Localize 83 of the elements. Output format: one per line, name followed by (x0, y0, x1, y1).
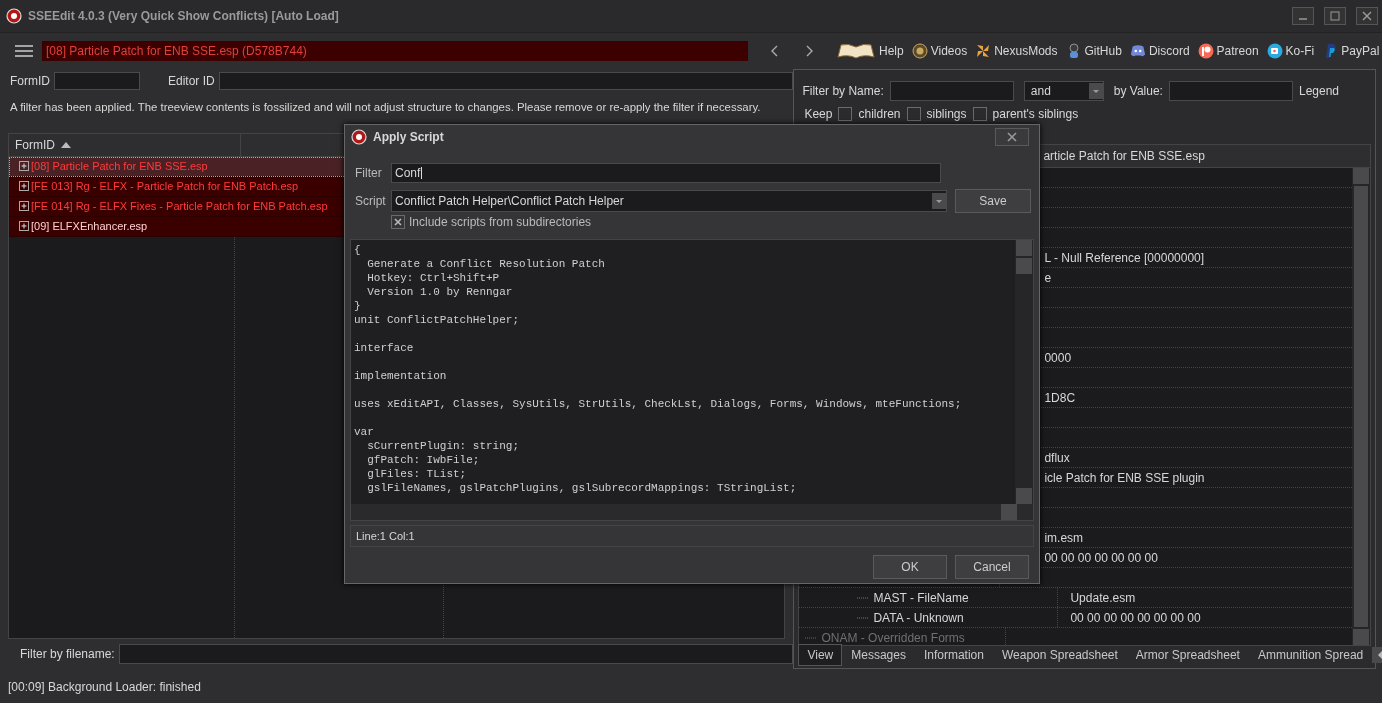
tab[interactable]: Information (914, 644, 993, 666)
cup-icon (1266, 43, 1283, 59)
record-value: im.esm (1043, 529, 1084, 547)
formid-label: FormID (10, 73, 50, 88)
column-header: article Patch for ENB SSE.esp (1043, 149, 1205, 163)
toolbar-link[interactable]: Patreon (1197, 43, 1259, 59)
keep-option-label: siblings (926, 107, 967, 121)
keep-option-label: parent's siblings (992, 107, 1079, 121)
record-value: 00 00 00 00 00 00 00 00 (1069, 609, 1201, 627)
record-name[interactable]: MAST - FileName (873, 590, 969, 605)
record-value: dflux (1043, 449, 1070, 467)
expand-icon[interactable] (19, 181, 29, 192)
filename-filter-field[interactable] (118, 644, 793, 665)
scrollbar[interactable] (1352, 168, 1370, 645)
minimize-icon[interactable] (1292, 7, 1314, 25)
toolbar-link[interactable]: Videos (911, 43, 968, 59)
tab[interactable]: Armor Spreadsheet (1126, 644, 1249, 666)
expand-icon[interactable] (19, 201, 29, 212)
script-dropdown[interactable]: Conflict Patch Helper\Conflict Patch Helper (391, 190, 947, 212)
window-title: SSEEdit 4.0.3 (Very Quick Show Conflicts) [Auto Load] (28, 9, 340, 23)
status-text: [00:09] Background Loader: finished (8, 679, 201, 694)
record-value: icle Patch for ENB SSE plugin (1043, 469, 1205, 487)
checkbox[interactable] (972, 107, 987, 121)
editor-id-field[interactable] (218, 71, 793, 90)
toolbar-link[interactable]: GitHub (1065, 43, 1122, 59)
toolbar-link[interactable]: Discord (1129, 43, 1190, 59)
checkbox-label: Include scripts from subdirectories (409, 215, 592, 229)
gamepad-icon (1129, 43, 1146, 59)
dialog-icon (351, 129, 367, 145)
dialog-button[interactable]: Cancel (955, 555, 1029, 579)
toolbar-link[interactable]: PayPal (1322, 43, 1380, 59)
dialog-button[interactable]: OK (873, 555, 947, 579)
record-value: 0000 (1043, 349, 1072, 367)
sort-arrow-icon[interactable] (61, 141, 71, 148)
filter-name-field[interactable] (889, 81, 1014, 101)
checkbox[interactable] (391, 215, 405, 229)
record-value: L - Null Reference [00000000] (1043, 249, 1205, 267)
toolbar-link[interactable]: Help (836, 42, 904, 60)
checkbox[interactable] (838, 107, 853, 121)
toolbar-link[interactable]: NexusMods (975, 43, 1058, 59)
filter-field[interactable]: Conf (391, 163, 941, 183)
close-icon[interactable] (995, 128, 1029, 146)
dialog-title: Apply Script (373, 130, 444, 144)
scrollbar[interactable] (1015, 240, 1033, 504)
app-icon (6, 8, 22, 24)
menu-icon[interactable] (14, 44, 34, 58)
scrollbar[interactable] (351, 504, 1033, 520)
filter-label: Filter (355, 166, 383, 180)
tab[interactable]: Messages (842, 644, 915, 666)
tab[interactable]: Weapon Spreadsheet (992, 644, 1127, 666)
checkbox[interactable] (906, 107, 921, 121)
legend-button[interactable]: Legend (1298, 84, 1339, 98)
filename-filter-label: Filter by filename: (20, 647, 115, 662)
book-icon (836, 42, 876, 60)
record-name[interactable]: DATA - Unknown (873, 610, 964, 625)
keep-label: Keep (804, 107, 833, 121)
record-value: e (1043, 269, 1052, 287)
code-editor[interactable] (350, 239, 1034, 521)
close-icon[interactable] (1356, 7, 1378, 25)
expand-icon[interactable] (19, 221, 29, 232)
toolbar-link[interactable]: Ko-Fi (1266, 43, 1315, 59)
maximize-icon[interactable] (1324, 7, 1346, 25)
filter-notice: A filter has been applied. The treeview contents is fossilized and will not adjust structure to changes. Please remove or re-apply the filter if necessary. (9, 99, 762, 115)
formid-field[interactable] (54, 71, 140, 90)
tab[interactable]: View (798, 644, 843, 666)
code-text: { Generate a Conflict Resolution Patch Hotkey: Ctrl+Shift+P Version 1.0 by Renngar } unit ConflictPatchHelper; interface implementation uses xEditAPI, Classes, SysUtils, StrUtils, CheckLst, Dialogs, Forms, Windows, mteFunctions; var sCurrentPlugin: string; gfPatch: IwbFile; glFiles: TList; gslFileNames, gslPatchPlugins, gslSubrecordMappings: TStringList; (353, 243, 963, 496)
editor-id-label: Editor ID (168, 73, 215, 88)
pinwheel-icon (975, 43, 992, 59)
record-name[interactable]: ONAM - Overridden Forms (821, 630, 965, 645)
operator-dropdown[interactable]: and (1023, 81, 1104, 101)
cursor-position: Line:1 Col:1 (350, 525, 1034, 547)
tab[interactable]: Ammunition Spread (1248, 644, 1373, 666)
record-value: Update.esm (1069, 589, 1136, 607)
save-button[interactable]: Save (955, 189, 1031, 213)
patreon-icon (1197, 43, 1214, 59)
filter-value-field[interactable] (1168, 81, 1293, 101)
record-value: 1D8C (1043, 389, 1076, 407)
filter-value-label: by Value: (1113, 84, 1163, 98)
filter-name-label: Filter by Name: (802, 84, 884, 98)
medallion-icon (911, 43, 928, 59)
keep-option-label: children (858, 107, 901, 121)
expand-icon[interactable] (19, 161, 29, 172)
current-file-bar: [08] Particle Patch for ENB SSE.esp (D578B744) (42, 41, 748, 61)
